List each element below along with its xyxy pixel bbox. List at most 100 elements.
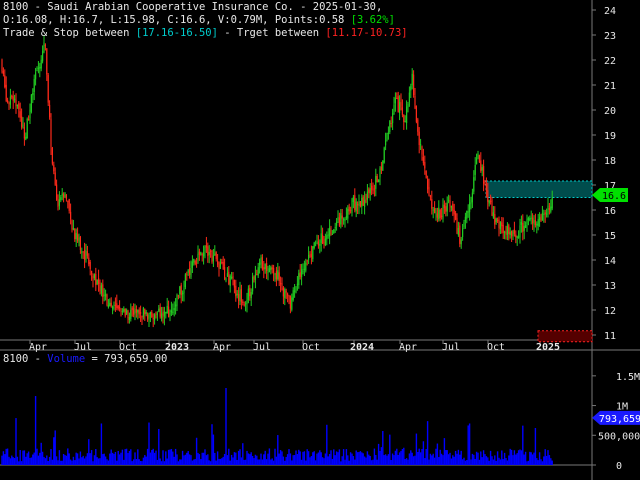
volume-bar [11, 455, 13, 465]
volume-bar [36, 448, 38, 465]
candle-body [457, 227, 459, 236]
candle-body [100, 285, 102, 294]
volume-bar [313, 451, 315, 465]
volume-bar [335, 451, 338, 465]
candle-body [103, 294, 105, 296]
volume-bar [34, 396, 37, 465]
volume-bar [456, 453, 458, 465]
candle-body [498, 219, 500, 228]
volume-bar [193, 459, 195, 465]
candle-body [163, 311, 165, 317]
volume-bar [365, 457, 367, 465]
chart-header-line2: O:16.08, H:16.7, L:15.98, C:16.6, V:0.79… [3, 14, 395, 27]
candle-body [282, 287, 284, 297]
candle-body [260, 257, 262, 264]
candle-body [190, 268, 192, 277]
candle-body [494, 214, 496, 225]
candle-body [252, 276, 254, 292]
volume-bar [22, 450, 24, 465]
volume-bar [319, 450, 321, 465]
candle-body [501, 222, 503, 227]
volume-bar [263, 454, 265, 465]
volume-bar [92, 461, 94, 465]
volume-bar [428, 459, 430, 465]
volume-bar [78, 458, 80, 465]
candle-body [417, 119, 419, 132]
candle-body [470, 199, 472, 204]
volume-bar [513, 450, 516, 465]
volume-bar [254, 454, 257, 465]
volume-bar [90, 450, 93, 465]
candle-body [268, 268, 270, 273]
volume-bar [275, 456, 278, 465]
volume-bar [503, 452, 506, 465]
volume-bar [113, 453, 115, 465]
volume-bar [494, 455, 496, 465]
candle-body [464, 216, 466, 222]
volume-bar [478, 459, 481, 465]
candle-body [502, 224, 504, 233]
volume-bar [551, 460, 553, 465]
volume-bar [121, 449, 124, 465]
volume-bar [461, 459, 464, 465]
candle-body [326, 235, 328, 240]
candle-body [495, 218, 497, 223]
price-tick-label: 12 [604, 306, 616, 317]
candle-body [319, 243, 321, 246]
candle-body [72, 228, 74, 230]
candle-body [26, 118, 28, 139]
candle-body [303, 268, 305, 270]
volume-bar [352, 456, 355, 465]
volume-bar [452, 455, 454, 465]
volume-bar [30, 457, 33, 465]
candle-body [537, 218, 539, 227]
candle-body [105, 293, 107, 297]
candle-body [134, 310, 136, 314]
candle-body [452, 203, 454, 211]
candle-body [337, 216, 339, 221]
volume-bar [209, 461, 212, 465]
volume-bar [222, 456, 224, 465]
candle-body [200, 252, 202, 255]
candle-body [393, 104, 395, 114]
candle-body [476, 158, 478, 164]
volume-bar [545, 455, 548, 465]
candle-body [421, 146, 423, 155]
candle-body [453, 209, 455, 215]
volume-bar [86, 453, 89, 465]
candle-body [176, 294, 178, 306]
candle-body [28, 119, 30, 121]
candle-body [477, 153, 479, 159]
volume-bar [317, 452, 320, 465]
volume-bar [394, 450, 397, 465]
volume-tick-label: 0 [616, 461, 622, 472]
volume-bar [99, 458, 101, 465]
candle-body [267, 271, 269, 273]
candle-body [57, 199, 59, 208]
volume-bar [482, 450, 485, 465]
volume-bar [415, 433, 418, 465]
candle-body [217, 261, 219, 265]
candle-body [449, 200, 451, 207]
volume-bar [190, 455, 192, 465]
volume-bar [307, 451, 310, 465]
volume-bar [69, 459, 72, 465]
candle-body [274, 273, 276, 275]
trade-stop-label: Trade & Stop between [3, 27, 136, 39]
candle-body [513, 229, 515, 234]
price-tick-label: 23 [604, 31, 616, 42]
volume-bar [148, 422, 150, 465]
candle-body [306, 260, 308, 262]
candle-body [355, 201, 357, 212]
volume-bar [29, 457, 31, 465]
candle-body [327, 234, 329, 236]
volume-bar [85, 456, 87, 465]
volume-bar [468, 423, 471, 465]
volume-bar [138, 459, 140, 465]
price-tick-label: 11 [604, 331, 616, 342]
volume-bar [123, 459, 125, 465]
volume-bar [39, 452, 41, 465]
volume-bar [446, 450, 448, 465]
volume-bar [170, 448, 173, 465]
candle-body [212, 255, 214, 262]
